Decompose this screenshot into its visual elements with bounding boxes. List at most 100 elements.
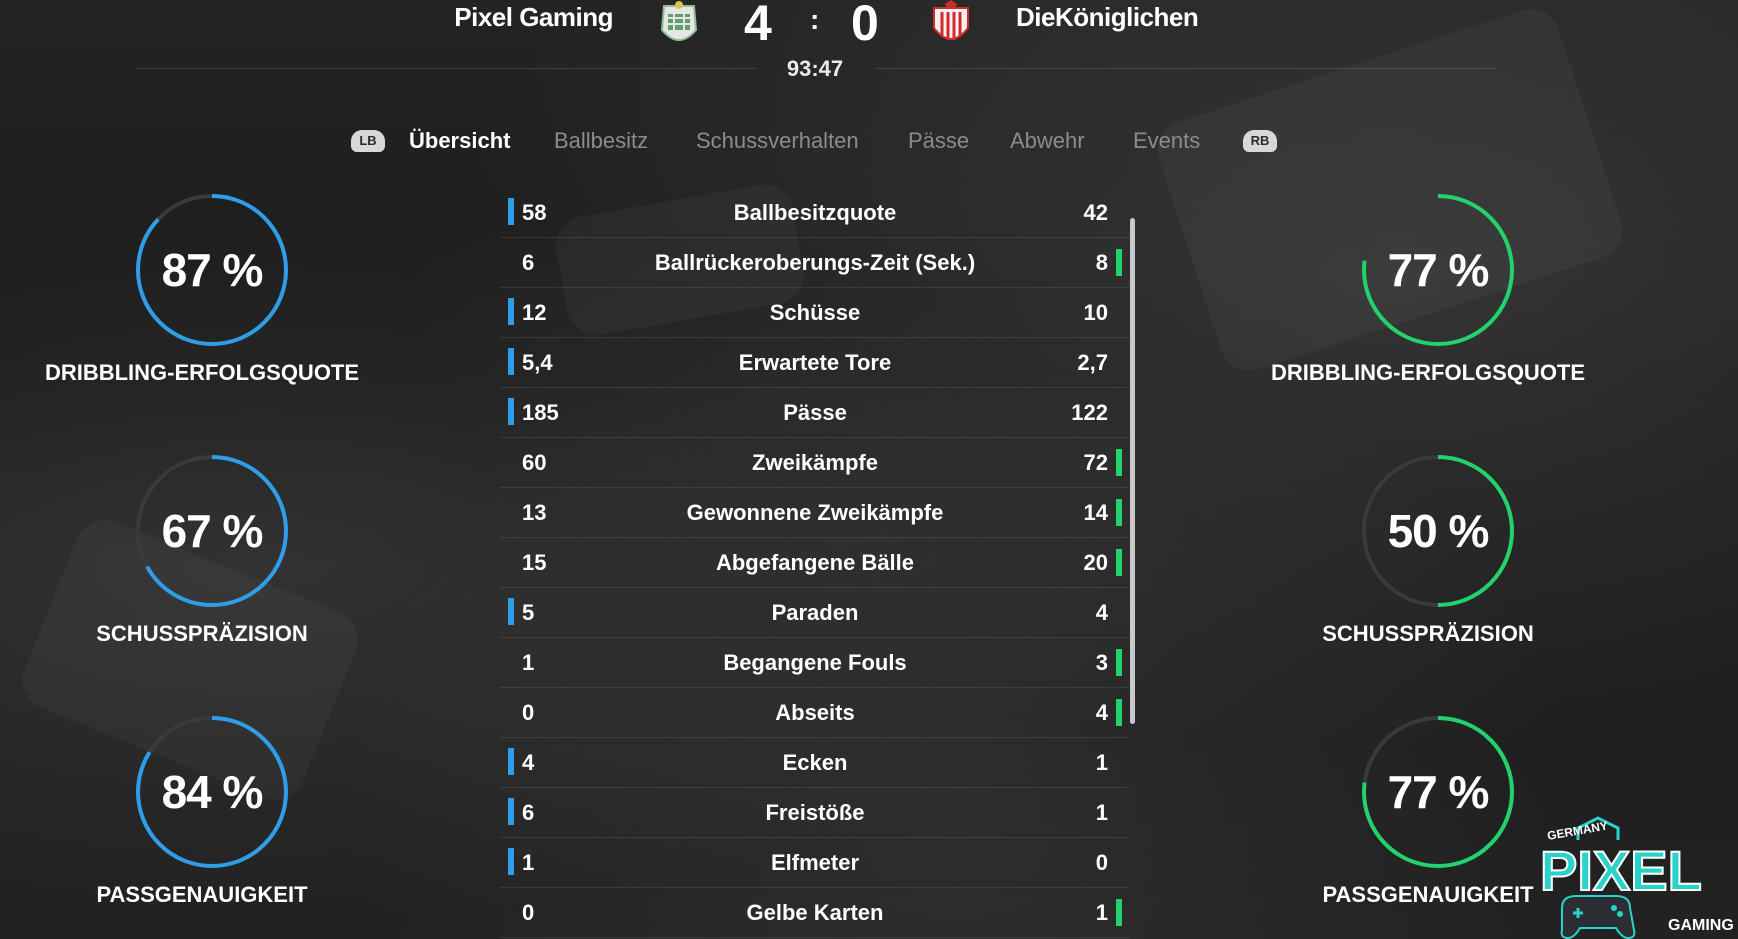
stat-name: Elfmeter — [770, 850, 860, 875]
home-stat-value: 5,4 — [522, 350, 553, 375]
away-stat-value: 1 — [1095, 900, 1108, 925]
stat-row: 58 Ballbesitzquote 42 — [500, 188, 1130, 238]
stat-name: Ecken — [782, 750, 848, 775]
away-stat-value: 4 — [1095, 600, 1108, 625]
away-stat-value: 3 — [1095, 650, 1108, 675]
home-team-crest-icon — [660, 1, 698, 41]
score-separator: : — [810, 4, 820, 35]
home-stat-value: 6 — [522, 800, 535, 825]
stat-name: Abgefangene Bälle — [715, 550, 915, 575]
home-stat-value: 15 — [522, 550, 547, 575]
away-team-name: DieKöniglichen — [1016, 2, 1199, 32]
home-stat-value: 185 — [522, 400, 559, 425]
ring-value: 87 % — [161, 244, 264, 296]
stat-name: Paraden — [771, 600, 859, 625]
home-stat-value: 6 — [522, 250, 535, 275]
away-stat-value: 8 — [1095, 250, 1108, 275]
away-team-crest-icon — [933, 0, 969, 40]
away-stat-value: 122 — [1071, 400, 1108, 425]
away-score: 0 — [851, 0, 879, 51]
stat-row: 5,4 Erwartete Tore 2,7 — [500, 338, 1130, 388]
away-leader-indicator — [1116, 699, 1122, 726]
away-stat-value: 1 — [1095, 800, 1108, 825]
rb-bumper-icon[interactable]: RB — [1243, 130, 1277, 152]
away-leader-indicator — [1116, 649, 1122, 676]
away-stat-value: 42 — [1083, 200, 1108, 225]
stat-name: Erwartete Tore — [738, 350, 892, 375]
ring-label: SCHUSSPRÄZISION — [96, 621, 308, 646]
stats-table[interactable]: 58 Ballbesitzquote 42 6 Ballrückeroberungs-Z… — [500, 188, 1130, 938]
stat-name: Zweikämpfe — [752, 450, 878, 475]
ring-label: DRIBBLING-ERFOLGSQUOTE — [44, 360, 360, 385]
home-stat-value: 0 — [522, 700, 535, 725]
ring-label: SCHUSSPRÄZISION — [1322, 621, 1534, 646]
stat-row: 60 Zweikämpfe 72 — [500, 438, 1130, 488]
ring-value: 67 % — [161, 505, 264, 557]
ring-value: 84 % — [161, 766, 264, 818]
away-stat-value: 72 — [1083, 450, 1108, 475]
tab-paesse[interactable]: Pässe — [908, 128, 969, 154]
stat-row: 1 Begangene Fouls 3 — [500, 638, 1130, 688]
home-stat-value: 60 — [522, 450, 547, 475]
stat-name: Pässe — [783, 400, 847, 425]
stat-row: 13 Gewonnene Zweikämpfe 14 — [500, 488, 1130, 538]
tab-events[interactable]: Events — [1133, 128, 1200, 154]
home-stat-value: 5 — [522, 600, 535, 625]
home-stat-value: 4 — [522, 750, 535, 775]
header-divider — [136, 68, 756, 69]
ring-value: 77 % — [1387, 766, 1490, 818]
away-stat-value: 0 — [1095, 850, 1108, 875]
away-dribbling-ring: 77 % DRIBBLING-ERFOLGSQUOTE — [1258, 192, 1598, 412]
home-stat-value: 13 — [522, 500, 547, 525]
stat-name: Abseits — [775, 700, 855, 725]
home-leader-indicator — [508, 848, 514, 875]
home-dribbling-ring: 87 % DRIBBLING-ERFOLGSQUOTE — [32, 192, 372, 412]
away-leader-indicator — [1116, 499, 1122, 526]
away-stat-value: 10 — [1083, 300, 1108, 325]
home-stat-value: 1 — [522, 650, 535, 675]
stat-name: Ballbesitzquote — [733, 200, 897, 225]
stat-row: 6 Ballrückeroberungs-Zeit (Sek.) 8 — [500, 238, 1130, 288]
ring-value: 77 % — [1387, 244, 1490, 296]
stat-row: 0 Gelbe Karten 1 — [500, 888, 1130, 938]
away-shot-accuracy-ring: 50 % SCHUSSPRÄZISION — [1258, 453, 1598, 673]
home-leader-indicator — [508, 298, 514, 325]
stat-row: 15 Abgefangene Bälle 20 — [500, 538, 1130, 588]
away-leader-indicator — [1116, 449, 1122, 476]
stat-name: Schüsse — [769, 300, 861, 325]
tab-abwehr[interactable]: Abwehr — [1010, 128, 1085, 154]
home-leader-indicator — [508, 198, 514, 225]
match-stats-screen: Pixel Gaming 4 : 0 DieKöniglichen 93:47 … — [0, 0, 1738, 939]
home-shot-accuracy-ring: 67 % SCHUSSPRÄZISION — [32, 453, 372, 673]
ring-label: PASSGENAUIGKEIT — [96, 882, 308, 907]
away-leader-indicator — [1116, 549, 1122, 576]
lb-bumper-icon[interactable]: LB — [351, 130, 385, 152]
pixel-gaming-logo: GERMANY PIXEL GAMING — [1539, 816, 1734, 939]
tab-schussverhalten[interactable]: Schussverhalten — [696, 128, 859, 154]
home-leader-indicator — [508, 748, 514, 775]
home-stat-value: 12 — [522, 300, 547, 325]
away-leader-indicator — [1116, 899, 1122, 926]
stat-name: Freistöße — [765, 800, 865, 825]
away-stat-value: 14 — [1083, 500, 1108, 525]
ring-label: DRIBBLING-ERFOLGSQUOTE — [1270, 360, 1586, 385]
home-stat-value: 0 — [522, 900, 535, 925]
stats-scrollbar[interactable] — [1130, 218, 1135, 724]
stats-tab-bar: LB Übersicht Ballbesitz Schussverhalten … — [0, 124, 1738, 160]
stat-name: Gelbe Karten — [746, 900, 884, 925]
home-stat-value: 58 — [522, 200, 547, 225]
stat-name: Ballrückeroberungs-Zeit (Sek.) — [654, 250, 976, 275]
stat-row: 12 Schüsse 10 — [500, 288, 1130, 338]
home-pass-accuracy-ring: 84 % PASSGENAUIGKEIT — [32, 714, 372, 934]
header-divider — [876, 68, 1496, 69]
home-team-name: Pixel Gaming — [454, 2, 613, 32]
svg-text:GAMING: GAMING — [1668, 917, 1734, 934]
home-score: 4 — [744, 0, 772, 51]
away-stat-value: 1 — [1095, 750, 1108, 775]
away-stat-value: 2,7 — [1077, 350, 1108, 375]
tab-ballbesitz[interactable]: Ballbesitz — [554, 128, 648, 154]
stat-row: 0 Abseits 4 — [500, 688, 1130, 738]
tab-uebersicht[interactable]: Übersicht — [409, 128, 510, 154]
home-stat-value: 1 — [522, 850, 535, 875]
away-stat-value: 4 — [1095, 700, 1108, 725]
